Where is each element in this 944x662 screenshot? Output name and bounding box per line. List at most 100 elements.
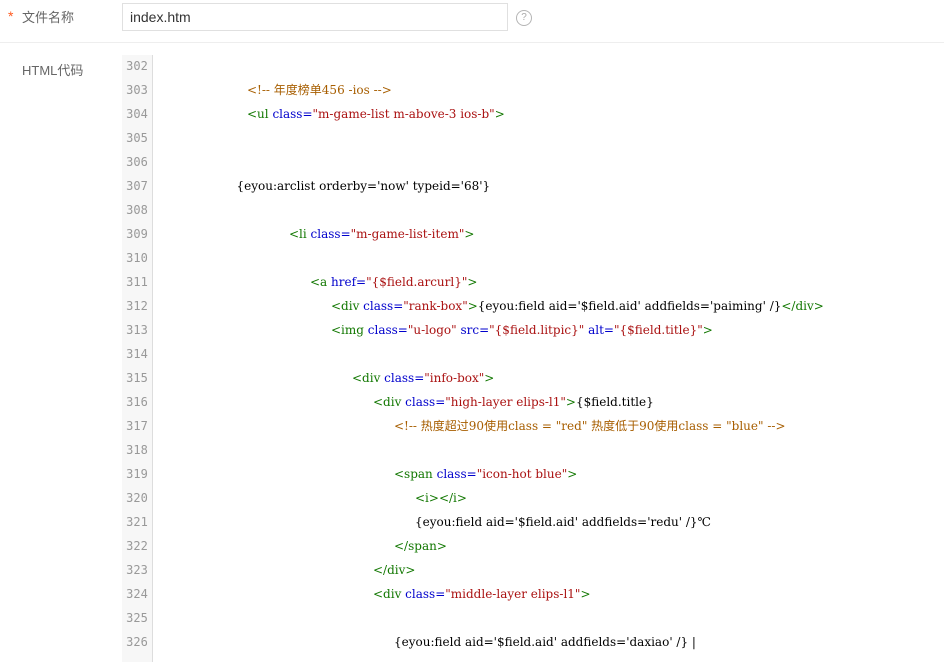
code-token: </span> (394, 539, 447, 553)
filename-input[interactable] (122, 3, 508, 31)
code-line[interactable]: <li class="m-game-list-item"> (153, 222, 944, 246)
code-line[interactable]: {eyou:arclist orderby='now' typeid='68'} (153, 174, 944, 198)
code-token: "{$field.title}" (613, 323, 703, 337)
code-token: class= (405, 395, 446, 409)
required-mark: * (8, 8, 14, 24)
code-token: "icon-hot blue" (476, 467, 568, 481)
code-line[interactable]: <a href="{$field.arcurl}"> (153, 270, 944, 294)
code-token: "{$field.litpic}" (489, 323, 589, 337)
code-line[interactable] (153, 198, 944, 222)
line-number: 325 (126, 611, 148, 625)
code-token: <span (394, 467, 437, 481)
line-number: 312 (126, 299, 148, 313)
line-number: 324 (126, 587, 148, 601)
code-token: > (580, 587, 591, 601)
code-token: "info-box" (424, 371, 485, 385)
code-line[interactable]: <div class="info-box"> (153, 366, 944, 390)
code-token: </div> (373, 563, 416, 577)
code-token: <div (352, 371, 385, 385)
line-number: 319 (126, 467, 148, 481)
line-number: 317 (126, 419, 148, 433)
question-circle-icon[interactable]: ? (516, 10, 532, 26)
code-token: > (467, 299, 478, 313)
code-line[interactable] (153, 438, 944, 462)
code-token: "middle-layer elips-l1" (445, 587, 581, 601)
code-token: > (464, 227, 475, 241)
line-number: 302 (126, 59, 148, 73)
code-token: "rank-box" (403, 299, 468, 313)
code-token: <a (310, 275, 332, 289)
code-line[interactable] (153, 246, 944, 270)
line-number: 326 (126, 635, 148, 649)
line-number: 313 (126, 323, 148, 337)
code-token: "u-logo" (407, 323, 461, 337)
code-line[interactable] (153, 55, 944, 78)
filename-label: 文件名称 (22, 10, 75, 25)
code-line[interactable]: <!-- 年度榜单456 -ios --> (153, 78, 944, 102)
line-number: 307 (126, 179, 148, 193)
code-token: <div (373, 587, 406, 601)
code-line[interactable]: <div class="high-layer elips-l1">{$field… (153, 390, 944, 414)
code-line[interactable]: <ul class="m-game-list m-above-3 ios-b"> (153, 102, 944, 126)
line-number: 320 (126, 491, 148, 505)
code-token: class= (272, 107, 313, 121)
code-token: class= (310, 227, 351, 241)
code-token: "{$field.arcurl}" (366, 275, 468, 289)
code-token: <div (331, 299, 364, 313)
line-number: 321 (126, 515, 148, 529)
code-area[interactable]: <!-- 年度榜单456 -ios --> <ul class="m-game-l… (153, 55, 944, 662)
line-number: 318 (126, 443, 148, 457)
code-line[interactable] (153, 606, 944, 630)
code-token: <ul (247, 107, 273, 121)
line-number: 304 (126, 107, 148, 121)
code-line[interactable]: {eyou:field aid='$field.aid' addfields='… (153, 510, 944, 534)
code-line[interactable]: <!-- 热度超过90使用class = "red" 热度低于90使用class… (153, 414, 944, 438)
code-line[interactable] (153, 150, 944, 174)
code-token: {eyou:field aid='$field.aid' addfields='… (415, 515, 711, 529)
line-number: 315 (126, 371, 148, 385)
code-line[interactable]: <span class="icon-hot blue"> (153, 462, 944, 486)
line-number: 303 (126, 83, 148, 97)
code-token: {eyou:arclist orderby='now' typeid='68'} (236, 179, 491, 193)
filename-row: * 文件名称 ? (0, 0, 944, 43)
code-line[interactable] (153, 126, 944, 150)
code-token: "m-game-list-item" (350, 227, 465, 241)
code-token: > (702, 323, 713, 337)
line-number: 305 (126, 131, 148, 145)
code-token: <img (331, 323, 368, 337)
code-token: {eyou:field aid='$field.aid' addfields='… (477, 299, 782, 313)
code-token: > (567, 467, 578, 481)
code-token: class= (367, 323, 408, 337)
line-number-gutter: 302 303 304 305 306 307 308 309 310 311 312 313 314 3… (122, 55, 153, 662)
line-number: 323 (126, 563, 148, 577)
code-line[interactable]: <i></i> (153, 486, 944, 510)
code-token: src= (460, 323, 490, 337)
code-token: href= (331, 275, 367, 289)
code-token: {eyou:field aid='$field.aid' addfields='… (394, 635, 696, 649)
code-token: > (467, 275, 478, 289)
line-number: 309 (126, 227, 148, 241)
code-token: </div> (781, 299, 824, 313)
code-line[interactable]: </div> (153, 558, 944, 582)
line-number: 316 (126, 395, 148, 409)
line-number: 308 (126, 203, 148, 217)
code-line[interactable]: <img class="u-logo" src="{$field.litpic}… (153, 318, 944, 342)
code-line[interactable]: <div class="middle-layer elips-l1"> (153, 582, 944, 606)
code-editor[interactable]: 302 303 304 305 306 307 308 309 310 311 312 313 314 3… (122, 55, 944, 662)
code-line[interactable]: </span> (153, 534, 944, 558)
code-token: "high-layer elips-l1" (445, 395, 566, 409)
code-token: {$field.title} (575, 395, 654, 409)
code-line[interactable]: <div class="rank-box">{eyou:field aid='$… (153, 294, 944, 318)
code-line[interactable] (153, 342, 944, 366)
line-number: 306 (126, 155, 148, 169)
code-token: > (494, 107, 505, 121)
code-line[interactable]: {eyou:field aid='$field.aid' addfields='… (153, 630, 944, 654)
html-code-label: HTML代码 (22, 63, 84, 78)
code-token: class= (436, 467, 477, 481)
line-number: 314 (126, 347, 148, 361)
code-token: <!-- 年度榜单456 -ios --> (247, 83, 392, 97)
code-token: "m-game-list m-above-3 ios-b" (312, 107, 495, 121)
code-token: <i></i> (415, 491, 467, 505)
line-number: 311 (126, 275, 148, 289)
code-token: class= (384, 371, 425, 385)
